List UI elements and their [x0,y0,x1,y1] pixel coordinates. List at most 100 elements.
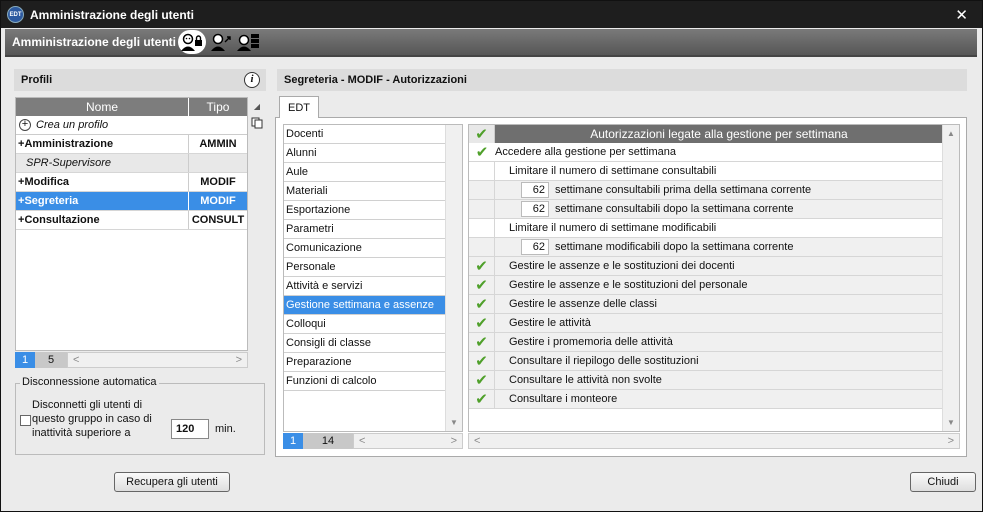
permission-row[interactable]: Limitare il numero di settimane modifica… [469,219,943,238]
auto-disconnect-group: Disconnessione automatica Disconnetti gl… [15,376,265,455]
checked-icon[interactable]: ✔ [469,390,495,408]
horizontal-scrollbar[interactable]: < > [67,352,248,368]
category-item[interactable]: Docenti [284,125,446,144]
permission-row[interactable]: Limitare il numero di settimane consulta… [469,162,943,181]
auto-disconnect-checkbox[interactable] [20,415,31,426]
permissions-vertical-scrollbar[interactable]: ▲ ▼ [942,125,959,431]
user-server-icon[interactable] [236,30,262,54]
close-icon[interactable]: ✕ [955,6,968,24]
category-list: Docenti Alunni Aule Materiali Esportazio… [283,124,463,432]
permission-label: Consultare il riepilogo delle sostituzio… [509,355,699,367]
title-bar: EDT Amministrazione degli utenti ✕ [1,1,982,28]
profile-row[interactable]: + Amministrazione AMMIN [16,135,247,154]
permission-row: 62 settimane modificabili dopo la settima… [469,238,943,257]
permission-row[interactable]: ✔ Consultare i monteore [469,390,943,409]
checked-icon[interactable]: ✔ [469,352,495,370]
close-button[interactable]: Chiudi [910,472,976,492]
scroll-down-icon[interactable]: ▼ [947,418,955,427]
category-vertical-scrollbar[interactable]: ▼ [445,125,462,431]
permission-row[interactable]: ✔ Gestire le assenze delle classi [469,295,943,314]
permission-row[interactable]: ✔ Gestire le attività [469,314,943,333]
weeks-before-field[interactable]: 62 [521,182,549,198]
profile-type: MODIF [200,195,236,207]
category-item[interactable]: Aule [284,163,446,182]
permission-label: Limitare il numero di settimane consulta… [509,165,717,177]
pager-current: 1 [15,352,35,368]
profile-row-selected[interactable]: + Segreteria MODIF [16,192,247,211]
profile-row[interactable]: SPR-Supervisore [16,154,247,173]
permission-label: Gestire le assenze delle classi [509,298,657,310]
profile-type: CONSULT [191,214,245,226]
scroll-right-icon[interactable]: > [948,435,954,447]
profile-name: Modifica [24,176,70,188]
sort-triangle-icon[interactable]: ◢ [249,98,265,114]
scroll-left-icon[interactable]: < [73,354,79,366]
category-item[interactable]: Alunni [284,144,446,163]
permission-row[interactable]: ✔ Gestire le assenze e le sostituzioni d… [469,276,943,295]
auto-disconnect-title: Disconnessione automatica [20,376,159,388]
permission-label: settimane modificabili dopo la settimana… [555,241,794,253]
scroll-left-icon[interactable]: < [359,435,365,447]
permission-label: Accedere alla gestione per settimana [495,146,676,158]
users-lock-icon[interactable] [178,30,207,54]
create-profile-button[interactable]: + Crea un profilo [16,116,247,135]
user-swap-icon[interactable] [208,30,234,54]
weeks-after-field[interactable]: 62 [521,201,549,217]
scroll-right-icon[interactable]: > [236,354,242,366]
permission-row[interactable]: ✔ Gestire le assenze e le sostituzioni d… [469,257,943,276]
checked-icon[interactable]: ✔ [469,143,495,161]
profile-name: Segreteria [24,195,79,207]
profiles-table: Nome Tipo + Crea un profilo + Amministraz… [15,97,248,351]
tab-edt[interactable]: EDT [279,96,319,118]
permission-row[interactable]: ✔ Consultare il riepilogo delle sostituz… [469,352,943,371]
copy-icon[interactable] [249,115,265,131]
profiles-pager: 1 5 < > [15,352,248,368]
category-pager: 1 14 < > [283,433,463,449]
checked-icon[interactable]: ✔ [469,333,495,351]
checked-icon[interactable]: ✔ [469,276,495,294]
category-item[interactable]: Consigli di classe [284,334,446,353]
permissions-table: ✔ Autorizzazioni legate alla gestione pe… [468,124,960,432]
category-item[interactable]: Materiali [284,182,446,201]
category-item[interactable]: Preparazione [284,353,446,372]
category-item[interactable]: Esportazione [284,201,446,220]
scroll-up-icon[interactable]: ▲ [947,129,955,138]
category-item[interactable]: Parametri [284,220,446,239]
permission-label: Gestire le attività [509,317,591,329]
column-header-name[interactable]: Nome [16,98,189,116]
category-item[interactable]: Personale [284,258,446,277]
permission-row[interactable]: ✔ Gestire i promemoria delle attività [469,333,943,352]
checked-icon[interactable]: ✔ [469,314,495,332]
horizontal-scrollbar[interactable]: < > [468,433,960,449]
profile-row[interactable]: + Modifica MODIF [16,173,247,192]
permission-row[interactable]: ✔ Accedere alla gestione per settimana [469,143,943,162]
checked-icon[interactable]: ✔ [469,295,495,313]
minutes-field[interactable]: 120 [171,419,209,439]
header-check-icon[interactable]: ✔ [469,125,495,143]
permission-label: Gestire i promemoria delle attività [509,336,673,348]
category-item[interactable]: Comunicazione [284,239,446,258]
recover-users-button[interactable]: Recupera gli utenti [114,472,230,492]
permissions-title: Segreteria - MODIF - Autorizzazioni [284,74,467,86]
category-item-selected[interactable]: Gestione settimana e assenze [284,296,446,315]
scroll-right-icon[interactable]: > [451,435,457,447]
category-item[interactable]: Colloqui [284,315,446,334]
category-item[interactable]: Funzioni di calcolo [284,372,446,391]
permission-label: Gestire le assenze e le sostituzioni dei… [509,260,735,272]
permission-row[interactable]: ✔ Consultare le attività non svolte [469,371,943,390]
horizontal-scrollbar[interactable]: < > [353,433,463,449]
permission-checkbox[interactable] [469,162,495,180]
category-item[interactable]: Attività e servizi [284,277,446,296]
weeks-editable-field[interactable]: 62 [521,239,549,255]
permissions-hscroll: < > [468,433,960,449]
permission-checkbox[interactable] [469,219,495,237]
permissions-table-header: ✔ Autorizzazioni legate alla gestione pe… [469,125,959,143]
checked-icon[interactable]: ✔ [469,257,495,275]
profile-row[interactable]: + Consultazione CONSULT [16,211,247,230]
info-icon[interactable]: i [244,72,260,88]
column-header-type[interactable]: Tipo [189,98,247,116]
profile-name: Amministrazione [24,138,114,150]
scroll-down-icon[interactable]: ▼ [450,418,458,427]
scroll-left-icon[interactable]: < [474,435,480,447]
checked-icon[interactable]: ✔ [469,371,495,389]
